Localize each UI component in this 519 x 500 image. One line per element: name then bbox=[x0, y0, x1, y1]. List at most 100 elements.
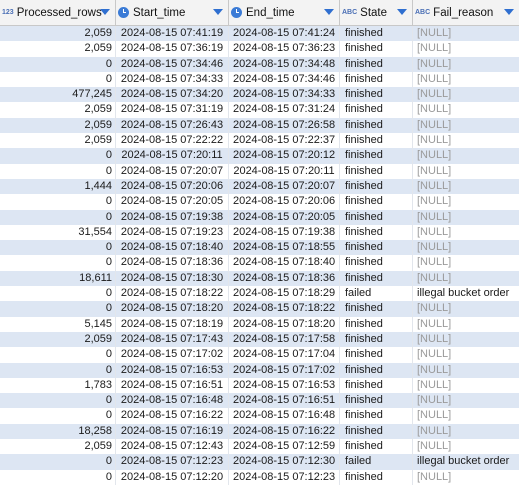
cell-state[interactable]: finished bbox=[340, 469, 413, 485]
cell-start-time[interactable]: 2024-08-15 07:12:23 bbox=[116, 454, 229, 470]
table-row[interactable]: 18,611 2024-08-15 07:18:30 2024-08-15 07:1… bbox=[0, 270, 519, 287]
cell-processed-rows[interactable]: 0 bbox=[0, 454, 116, 470]
cell-state[interactable]: finished bbox=[340, 102, 413, 118]
cell-end-time[interactable]: 2024-08-15 07:12:30 bbox=[229, 454, 340, 470]
cell-end-time[interactable]: 2024-08-15 07:17:04 bbox=[229, 347, 340, 363]
table-row[interactable]: 5,145 2024-08-15 07:18:19 2024-08-15 07:18… bbox=[0, 316, 519, 332]
cell-end-time[interactable]: 2024-08-15 07:16:48 bbox=[229, 408, 340, 424]
cell-end-time[interactable]: 2024-08-15 07:36:23 bbox=[229, 41, 340, 57]
cell-fail-reason[interactable]: [NULL] bbox=[413, 470, 519, 485]
cell-fail-reason[interactable]: illegal bucket order bbox=[413, 286, 519, 301]
cell-state[interactable]: finished bbox=[340, 133, 413, 149]
cell-end-time[interactable]: 2024-08-15 07:12:59 bbox=[229, 439, 340, 455]
cell-state[interactable]: finished bbox=[340, 270, 413, 287]
cell-state[interactable]: finished bbox=[340, 393, 413, 409]
cell-start-time[interactable]: 2024-08-15 07:34:20 bbox=[116, 87, 229, 103]
cell-start-time[interactable]: 2024-08-15 07:18:40 bbox=[116, 240, 229, 256]
cell-processed-rows[interactable]: 2,059 bbox=[0, 117, 116, 134]
cell-state[interactable]: failed bbox=[340, 454, 413, 470]
cell-state[interactable]: finished bbox=[340, 362, 413, 378]
cell-end-time[interactable]: 2024-08-15 07:22:37 bbox=[229, 133, 340, 149]
cell-processed-rows[interactable]: 31,554 bbox=[0, 224, 116, 241]
cell-start-time[interactable]: 2024-08-15 07:12:43 bbox=[116, 439, 229, 455]
cell-fail-reason[interactable]: [NULL] bbox=[413, 87, 519, 102]
table-row[interactable]: 0 2024-08-15 07:18:22 2024-08-15 07:18:29 f… bbox=[0, 286, 519, 302]
cell-processed-rows[interactable]: 0 bbox=[0, 255, 116, 271]
cell-start-time[interactable]: 2024-08-15 07:16:51 bbox=[116, 377, 229, 394]
cell-start-time[interactable]: 2024-08-15 07:36:19 bbox=[116, 41, 229, 57]
cell-fail-reason[interactable]: [NULL] bbox=[413, 378, 519, 393]
table-row[interactable]: 2,059 2024-08-15 07:12:43 2024-08-15 07:12… bbox=[0, 439, 519, 455]
cell-processed-rows[interactable]: 0 bbox=[0, 163, 116, 179]
cell-fail-reason[interactable]: [NULL] bbox=[413, 347, 519, 362]
table-row[interactable]: 0 2024-08-15 07:12:23 2024-08-15 07:12:30 f… bbox=[0, 454, 519, 470]
table-row[interactable]: 0 2024-08-15 07:17:02 2024-08-15 07:17:04 f… bbox=[0, 347, 519, 363]
table-row[interactable]: 0 2024-08-15 07:20:07 2024-08-15 07:20:11 f… bbox=[0, 163, 519, 179]
table-row[interactable]: 1,783 2024-08-15 07:16:51 2024-08-15 07:16… bbox=[0, 377, 519, 394]
cell-start-time[interactable]: 2024-08-15 07:26:43 bbox=[116, 117, 229, 134]
cell-start-time[interactable]: 2024-08-15 07:16:19 bbox=[116, 423, 229, 440]
table-row[interactable]: 2,059 2024-08-15 07:31:19 2024-08-15 07:31… bbox=[0, 102, 519, 118]
table-row[interactable]: 0 2024-08-15 07:16:22 2024-08-15 07:16:48 f… bbox=[0, 408, 519, 424]
cell-fail-reason[interactable]: [NULL] bbox=[413, 332, 519, 347]
cell-state[interactable]: finished bbox=[340, 178, 413, 195]
cell-start-time[interactable]: 2024-08-15 07:19:23 bbox=[116, 224, 229, 241]
cell-fail-reason[interactable]: [NULL] bbox=[413, 240, 519, 255]
table-row[interactable]: 18,258 2024-08-15 07:16:19 2024-08-15 07:1… bbox=[0, 423, 519, 440]
cell-end-time[interactable]: 2024-08-15 07:18:22 bbox=[229, 301, 340, 317]
cell-fail-reason[interactable]: [NULL] bbox=[413, 179, 519, 194]
cell-processed-rows[interactable]: 0 bbox=[0, 408, 116, 424]
cell-start-time[interactable]: 2024-08-15 07:41:19 bbox=[116, 26, 229, 42]
cell-state[interactable]: finished bbox=[340, 41, 413, 57]
cell-fail-reason[interactable]: [NULL] bbox=[413, 102, 519, 117]
cell-state[interactable]: finished bbox=[340, 423, 413, 440]
cell-state[interactable]: finished bbox=[340, 347, 413, 363]
table-row[interactable]: 0 2024-08-15 07:34:33 2024-08-15 07:34:46 f… bbox=[0, 71, 519, 88]
cell-processed-rows[interactable]: 0 bbox=[0, 56, 116, 72]
cell-processed-rows[interactable]: 1,444 bbox=[0, 178, 116, 195]
cell-fail-reason[interactable]: [NULL] bbox=[413, 424, 519, 439]
cell-state[interactable]: finished bbox=[340, 26, 413, 42]
cell-fail-reason[interactable]: [NULL] bbox=[413, 225, 519, 240]
cell-end-time[interactable]: 2024-08-15 07:34:46 bbox=[229, 71, 340, 88]
cell-end-time[interactable]: 2024-08-15 07:20:05 bbox=[229, 209, 340, 225]
cell-end-time[interactable]: 2024-08-15 07:16:53 bbox=[229, 377, 340, 394]
cell-end-time[interactable]: 2024-08-15 07:18:55 bbox=[229, 240, 340, 256]
cell-end-time[interactable]: 2024-08-15 07:18:20 bbox=[229, 316, 340, 332]
cell-start-time[interactable]: 2024-08-15 07:16:22 bbox=[116, 408, 229, 424]
cell-end-time[interactable]: 2024-08-15 07:17:02 bbox=[229, 362, 340, 378]
cell-start-time[interactable]: 2024-08-15 07:20:11 bbox=[116, 148, 229, 164]
table-row[interactable]: 2,059 2024-08-15 07:22:22 2024-08-15 07:22… bbox=[0, 133, 519, 149]
cell-fail-reason[interactable]: [NULL] bbox=[413, 317, 519, 332]
cell-fail-reason[interactable]: [NULL] bbox=[413, 255, 519, 270]
cell-fail-reason[interactable]: [NULL] bbox=[413, 271, 519, 286]
cell-state[interactable]: finished bbox=[340, 71, 413, 88]
cell-processed-rows[interactable]: 0 bbox=[0, 148, 116, 164]
cell-end-time[interactable]: 2024-08-15 07:18:40 bbox=[229, 255, 340, 271]
cell-fail-reason[interactable]: [NULL] bbox=[413, 57, 519, 72]
cell-processed-rows[interactable]: 0 bbox=[0, 393, 116, 409]
cell-state[interactable]: finished bbox=[340, 87, 413, 103]
cell-start-time[interactable]: 2024-08-15 07:20:07 bbox=[116, 163, 229, 179]
cell-start-time[interactable]: 2024-08-15 07:34:46 bbox=[116, 56, 229, 72]
cell-end-time[interactable]: 2024-08-15 07:34:33 bbox=[229, 87, 340, 103]
cell-fail-reason[interactable]: [NULL] bbox=[413, 118, 519, 133]
cell-state[interactable]: finished bbox=[340, 408, 413, 424]
cell-start-time[interactable]: 2024-08-15 07:34:33 bbox=[116, 71, 229, 88]
cell-processed-rows[interactable]: 0 bbox=[0, 209, 116, 225]
table-row[interactable]: 2,059 2024-08-15 07:17:43 2024-08-15 07:17… bbox=[0, 331, 519, 348]
cell-processed-rows[interactable]: 2,059 bbox=[0, 133, 116, 149]
cell-end-time[interactable]: 2024-08-15 07:31:24 bbox=[229, 102, 340, 118]
table-row[interactable]: 0 2024-08-15 07:18:20 2024-08-15 07:18:22 f… bbox=[0, 301, 519, 317]
cell-end-time[interactable]: 2024-08-15 07:18:29 bbox=[229, 286, 340, 302]
cell-end-time[interactable]: 2024-08-15 07:34:48 bbox=[229, 56, 340, 72]
table-row[interactable]: 0 2024-08-15 07:16:48 2024-08-15 07:16:51 f… bbox=[0, 393, 519, 409]
cell-start-time[interactable]: 2024-08-15 07:19:38 bbox=[116, 209, 229, 225]
table-row[interactable]: 0 2024-08-15 07:18:40 2024-08-15 07:18:55 f… bbox=[0, 240, 519, 256]
column-header-end-time[interactable]: End_time bbox=[229, 0, 340, 25]
cell-processed-rows[interactable]: 18,611 bbox=[0, 270, 116, 287]
column-header-state[interactable]: ABC State bbox=[340, 0, 413, 25]
cell-state[interactable]: finished bbox=[340, 240, 413, 256]
cell-processed-rows[interactable]: 477,245 bbox=[0, 87, 116, 103]
cell-processed-rows[interactable]: 0 bbox=[0, 240, 116, 256]
